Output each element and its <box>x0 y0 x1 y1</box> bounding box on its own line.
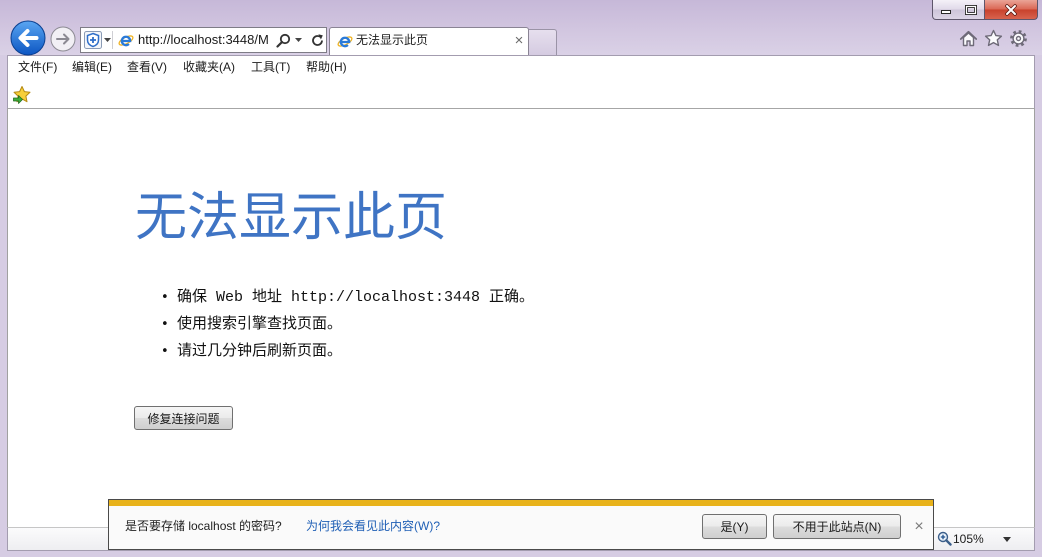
refresh-icon[interactable] <box>310 33 325 48</box>
yes-button[interactable]: 是(Y) <box>702 514 767 539</box>
address-separator <box>112 31 113 49</box>
minimize-button[interactable] <box>932 0 959 20</box>
maximize-button[interactable] <box>958 0 985 20</box>
address-bar[interactable]: http://localhost:3448/M <box>80 27 327 53</box>
menu-item-edit[interactable]: 编辑(E) <box>72 56 112 78</box>
home-icon[interactable] <box>959 29 978 48</box>
maximize-icon <box>965 4 977 15</box>
close-icon <box>1004 3 1018 16</box>
page-content: 无法显示此页 确保 Web 地址 http://localhost:3448 正… <box>7 108 1035 528</box>
close-window-button[interactable] <box>985 0 1038 20</box>
ie-page-icon <box>118 32 134 48</box>
gear-icon[interactable] <box>1009 29 1028 48</box>
browser-title-area: http://localhost:3448/M 无法显示此页 × <box>0 0 1042 56</box>
suggestion-list: 确保 Web 地址 http://localhost:3448 正确。 使用搜索… <box>153 284 534 365</box>
menu-item-favorites[interactable]: 收藏夹(A) <box>183 56 235 78</box>
page-title: 无法显示此页 <box>135 188 448 248</box>
new-tab-button[interactable] <box>529 29 557 55</box>
toolbar-area: 文件(F) 编辑(E) 查看(V) 收藏夹(A) 工具(T) 帮助(H) <box>7 55 1035 108</box>
not-for-this-site-button[interactable]: 不用于此站点(N) <box>773 514 901 539</box>
compatibility-shield-icon[interactable] <box>84 31 102 49</box>
back-button[interactable] <box>10 20 46 56</box>
list-item: 确保 Web 地址 http://localhost:3448 正确。 <box>153 284 534 311</box>
list-item: 请过几分钟后刷新页面。 <box>153 338 534 365</box>
zoom-level[interactable]: 105% <box>953 528 984 550</box>
search-icon[interactable] <box>276 33 291 48</box>
add-to-favorites-bar-icon[interactable] <box>12 85 32 105</box>
fix-connection-button[interactable]: 修复连接问题 <box>134 406 233 430</box>
minimize-icon <box>940 5 952 15</box>
chevron-down-icon[interactable] <box>1003 537 1011 542</box>
back-arrow-icon <box>10 20 46 56</box>
notification-bar: 是否要存储 localhost 的密码? 为何我会看见此内容(W)? 是(Y) … <box>108 499 934 550</box>
help-link[interactable]: 为何我会看见此内容(W)? <box>306 516 440 536</box>
notification-close-button[interactable]: × <box>913 517 925 537</box>
notification-message: 是否要存储 localhost 的密码? <box>125 519 282 533</box>
notification-accent-strip <box>109 500 933 506</box>
menu-item-view[interactable]: 查看(V) <box>127 56 167 78</box>
menu-item-tools[interactable]: 工具(T) <box>251 56 290 78</box>
tab-title: 无法显示此页 <box>356 33 429 47</box>
chevron-down-icon[interactable] <box>104 38 111 42</box>
chevron-down-icon[interactable] <box>295 38 302 42</box>
list-item: 使用搜索引擎查找页面。 <box>153 311 534 338</box>
favorites-star-icon[interactable] <box>984 29 1003 48</box>
tab-close-button[interactable]: × <box>512 28 526 53</box>
menu-bar: 文件(F) 编辑(E) 查看(V) 收藏夹(A) 工具(T) 帮助(H) <box>8 56 1034 78</box>
address-url-input[interactable]: http://localhost:3448/M <box>138 28 274 52</box>
forward-arrow-icon <box>50 26 76 52</box>
forward-button[interactable] <box>50 26 76 52</box>
tab-active[interactable]: 无法显示此页 × <box>329 27 529 55</box>
ie-page-icon <box>337 33 353 49</box>
zoom-icon[interactable] <box>937 531 952 546</box>
menu-item-file[interactable]: 文件(F) <box>18 56 57 78</box>
menu-item-help[interactable]: 帮助(H) <box>306 56 347 78</box>
